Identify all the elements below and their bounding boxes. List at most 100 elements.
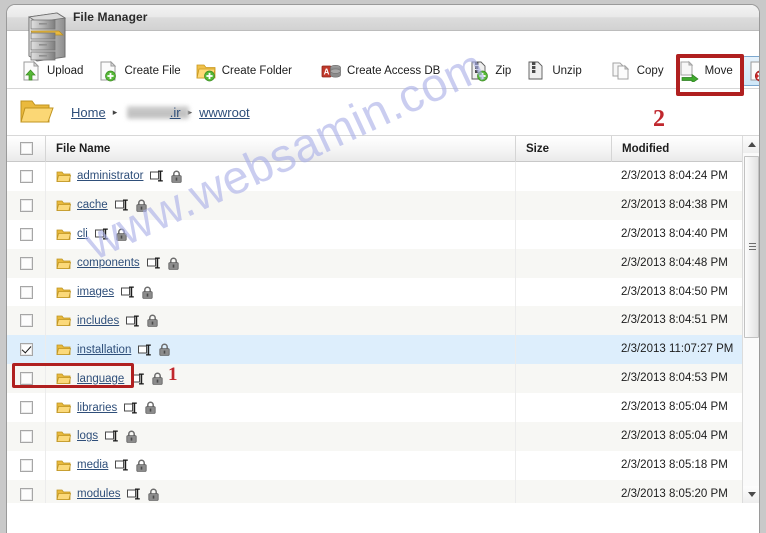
file-name-link[interactable]: libraries	[77, 402, 117, 414]
row-checkbox[interactable]	[19, 227, 33, 241]
row-checkbox[interactable]	[19, 458, 33, 472]
file-name-link[interactable]: cli	[77, 228, 88, 240]
delete-button[interactable]: Delete	[741, 56, 759, 86]
file-name-link[interactable]: includes	[77, 315, 119, 327]
column-header-size[interactable]: Size	[515, 136, 611, 162]
scroll-up-button[interactable]	[743, 136, 759, 153]
lock-icon[interactable]	[152, 372, 163, 385]
copy-button[interactable]: Copy	[605, 56, 673, 86]
row-checkbox[interactable]	[19, 285, 33, 299]
lock-icon[interactable]	[142, 286, 153, 299]
row-select-cell	[7, 169, 45, 183]
folder-icon	[56, 229, 71, 240]
file-modified-cell: 2/3/2013 8:04:50 PM	[621, 285, 728, 298]
window-titlebar: File Manager	[7, 5, 759, 31]
file-name-link[interactable]: language	[77, 373, 124, 385]
zip-label: Zip	[495, 65, 512, 77]
file-name-link[interactable]: cache	[77, 199, 108, 211]
row-checkbox[interactable]	[19, 429, 33, 443]
table-row[interactable]: includes 2/3/2013 8:04:51 PM	[7, 306, 759, 336]
row-checkbox[interactable]	[19, 169, 33, 183]
row-checkbox[interactable]	[19, 256, 33, 270]
lock-icon[interactable]	[148, 488, 160, 501]
create-access-db-button[interactable]: A Create Access DB	[315, 56, 449, 86]
lock-icon[interactable]	[168, 257, 179, 270]
rename-icon[interactable]	[124, 402, 138, 414]
rename-icon[interactable]	[138, 344, 152, 356]
file-size-cell	[515, 277, 611, 307]
row-checkbox[interactable]	[19, 343, 33, 357]
rename-icon[interactable]	[115, 459, 129, 471]
file-modified-cell: 2/3/2013 8:04:51 PM	[621, 314, 728, 327]
table-row[interactable]: installation 2/3/2013 11:07:27 PM	[7, 335, 759, 365]
table-row[interactable]: cache 2/3/2013 8:04:38 PM	[7, 190, 759, 220]
table-row[interactable]: cli 2/3/2013 8:04:40 PM	[7, 219, 759, 249]
move-button[interactable]: Move	[673, 56, 742, 86]
vertical-scrollbar[interactable]	[742, 136, 759, 503]
row-checkbox[interactable]	[19, 198, 33, 212]
grip-icon	[749, 243, 756, 251]
create-file-button[interactable]: Create File	[92, 56, 189, 86]
lock-icon[interactable]	[171, 170, 183, 183]
select-all-checkbox[interactable]	[19, 142, 33, 155]
file-name-link[interactable]: administrator	[77, 170, 143, 182]
file-modified-cell: 2/3/2013 8:04:38 PM	[621, 198, 728, 211]
filing-cabinet-icon	[27, 12, 67, 62]
lock-icon[interactable]	[145, 401, 156, 414]
rename-icon[interactable]	[150, 170, 164, 182]
file-name-cell: administrator	[45, 162, 515, 191]
table-row[interactable]: libraries 2/3/2013 8:05:04 PM	[7, 393, 759, 423]
file-name-cell: cli	[45, 219, 515, 249]
table-row[interactable]: administrator 2/3/2013 8:04:24 PM	[7, 162, 759, 191]
table-row[interactable]: components 2/3/2013 8:04:48 PM	[7, 248, 759, 278]
unzip-label: Unzip	[552, 65, 582, 77]
rename-icon[interactable]	[127, 488, 141, 500]
rename-icon[interactable]	[94, 228, 109, 240]
file-table: File Name Size Modified administrator 2/3…	[7, 136, 759, 503]
rename-icon[interactable]	[131, 373, 145, 385]
lock-icon[interactable]	[136, 199, 147, 212]
table-row[interactable]: logs 2/3/2013 8:05:04 PM	[7, 422, 759, 451]
rename-icon[interactable]	[105, 430, 119, 442]
breadcrumb-item-domain-redacted[interactable]: xxxxxxx.ir	[124, 105, 190, 120]
row-checkbox[interactable]	[19, 372, 33, 386]
row-select-cell	[7, 372, 45, 386]
file-name-link[interactable]: media	[77, 459, 108, 471]
scrollbar-thumb[interactable]	[744, 156, 759, 338]
lock-icon[interactable]	[159, 343, 170, 357]
rename-icon[interactable]	[146, 257, 161, 269]
file-modified-cell: 2/3/2013 11:07:27 PM	[621, 343, 734, 356]
file-name-link[interactable]: installation	[77, 344, 131, 356]
breadcrumb-item-home[interactable]: Home	[71, 105, 106, 120]
table-row[interactable]: images 2/3/2013 8:04:50 PM	[7, 277, 759, 307]
rename-icon[interactable]	[126, 315, 140, 327]
new-folder-icon	[196, 64, 216, 82]
column-header-modified[interactable]: Modified	[611, 136, 759, 162]
lock-icon[interactable]	[116, 228, 127, 241]
toolbar: Upload Create File Create Folder A Creat…	[7, 53, 759, 89]
create-folder-button[interactable]: Create Folder	[190, 56, 301, 86]
zip-button[interactable]: Zip	[463, 56, 520, 86]
row-checkbox[interactable]	[19, 401, 33, 415]
unzip-button[interactable]: Unzip	[520, 56, 590, 86]
rename-icon[interactable]	[121, 286, 135, 298]
file-name-link[interactable]: logs	[77, 430, 98, 442]
row-select-cell	[7, 227, 45, 241]
lock-icon[interactable]	[147, 314, 158, 328]
file-name-link[interactable]: modules	[77, 488, 120, 500]
breadcrumb-item-wwwroot[interactable]: wwwroot	[199, 105, 250, 120]
table-header-row: File Name Size Modified	[7, 136, 759, 162]
column-header-file-name[interactable]: File Name	[45, 136, 515, 162]
lock-icon[interactable]	[126, 430, 137, 443]
file-name-link[interactable]: images	[77, 286, 114, 298]
rename-icon[interactable]	[114, 199, 129, 211]
table-row[interactable]: language 2/3/2013 8:04:53 PM	[7, 364, 759, 394]
row-checkbox[interactable]	[19, 487, 33, 501]
table-row[interactable]: media 2/3/2013 8:05:18 PM	[7, 450, 759, 480]
scrollbar-track[interactable]	[743, 153, 759, 486]
scroll-down-button[interactable]	[743, 486, 759, 503]
row-checkbox[interactable]	[19, 314, 33, 328]
table-row[interactable]: modules 2/3/2013 8:05:20 PM	[7, 479, 759, 503]
lock-icon[interactable]	[136, 459, 147, 472]
file-name-link[interactable]: components	[77, 257, 140, 269]
